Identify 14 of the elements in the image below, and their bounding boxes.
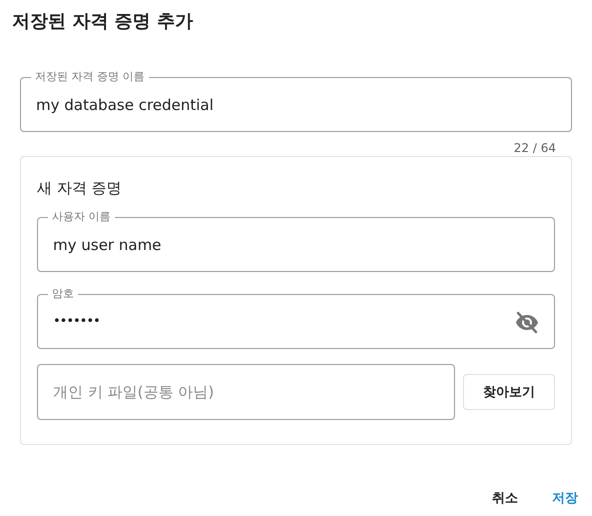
character-counter: 22 / 64 (512, 140, 557, 156)
dialog-title: 저장된 자격 증명 추가 (12, 10, 194, 34)
save-button[interactable]: 저장 (544, 483, 586, 513)
credential-name-field[interactable]: 저장된 자격 증명 이름 my database credential (20, 70, 572, 132)
field-label: 저장된 자격 증명 이름 (34, 70, 146, 84)
field-label: 암호 (51, 287, 75, 301)
private-key-file-field[interactable]: 개인 키 파일(공통 아님) (37, 364, 455, 420)
password-field[interactable]: 암호 ••••••• (37, 287, 555, 349)
browse-button[interactable]: 찾아보기 (463, 374, 555, 410)
card-title: 새 자격 증명 (37, 178, 123, 199)
field-label: 사용자 이름 (51, 210, 112, 224)
cancel-button[interactable]: 취소 (484, 483, 526, 513)
eye-off-icon[interactable] (515, 310, 539, 334)
username-field[interactable]: 사용자 이름 my user name (37, 210, 555, 272)
